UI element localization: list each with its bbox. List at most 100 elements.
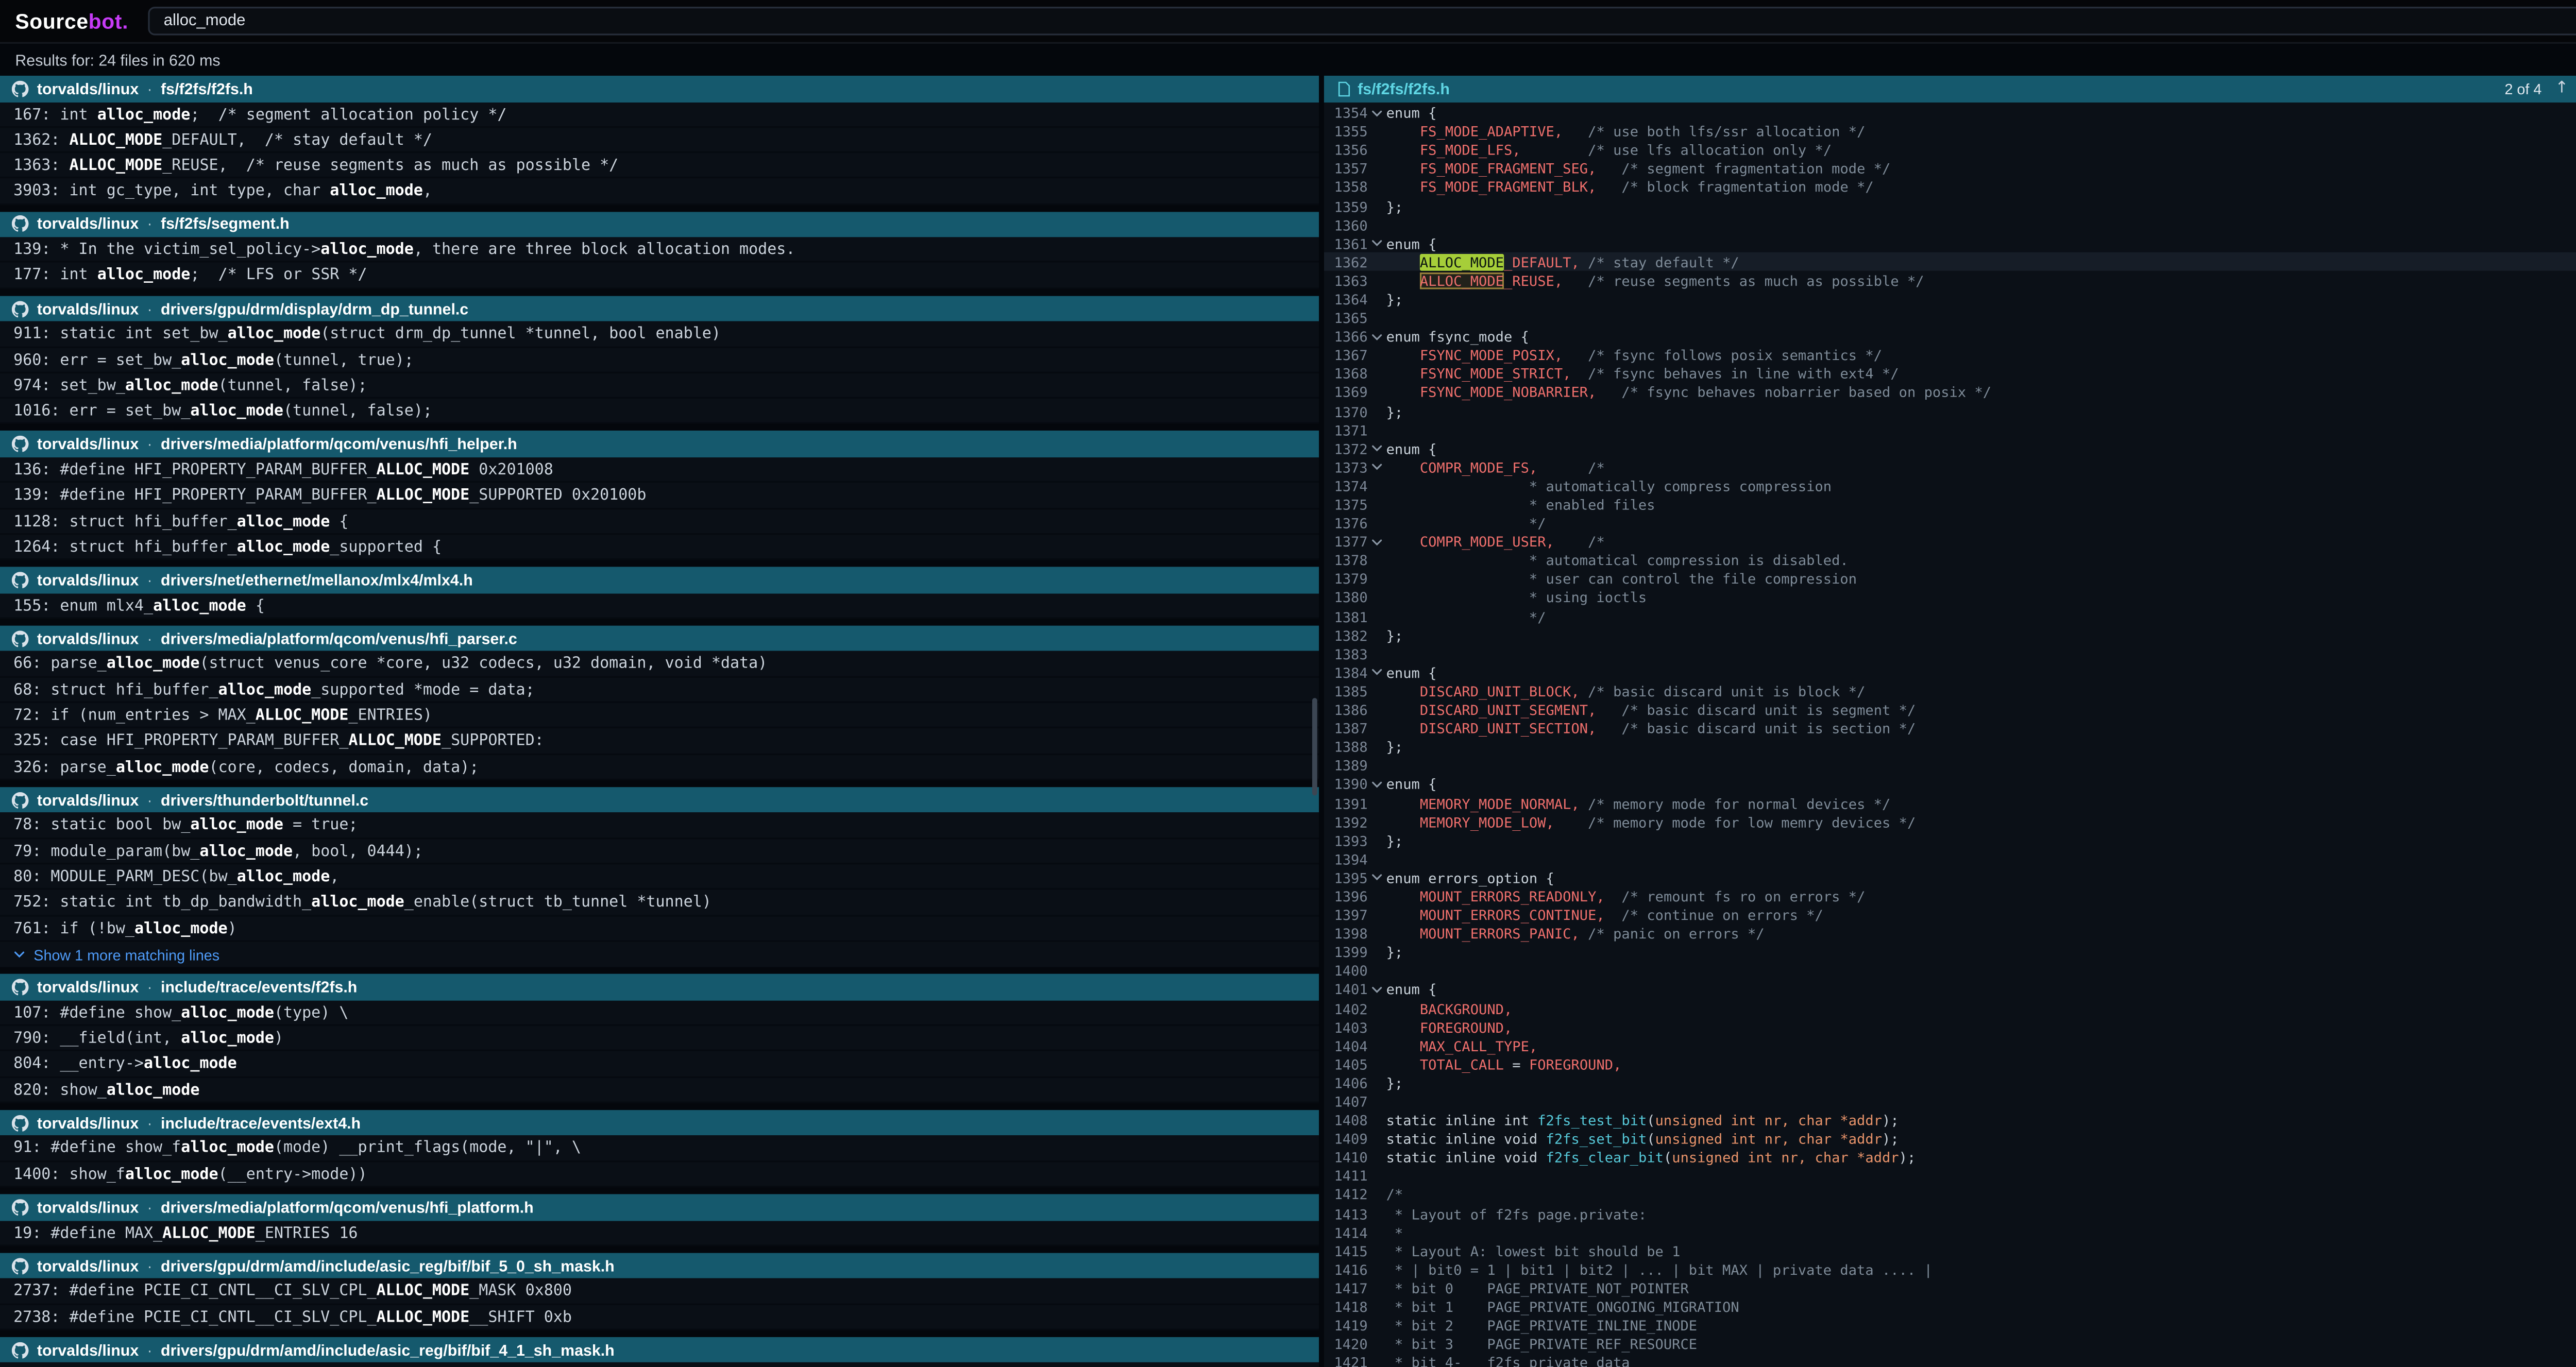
match-line[interactable]: 91: #define show_falloc_mode(mode) __pri…: [0, 1136, 1319, 1161]
match-line[interactable]: 1016: err = set_bw_alloc_mode(tunnel, fa…: [0, 399, 1319, 424]
file-match-header[interactable]: torvalds/linux·fs/f2fs/f2fs.h: [0, 76, 1319, 102]
code-line[interactable]: 1390enum {: [1324, 775, 2576, 794]
code-line[interactable]: 1354enum {: [1324, 104, 2576, 122]
line-number[interactable]: 1390: [1324, 776, 1368, 793]
line-number[interactable]: 1364: [1324, 291, 1368, 308]
line-number[interactable]: 1420: [1324, 1336, 1368, 1353]
line-number[interactable]: 1399: [1324, 944, 1368, 961]
match-line[interactable]: 325: case HFI_PROPERTY_PARAM_BUFFER_ALLO…: [0, 729, 1319, 755]
line-number[interactable]: 1362: [1324, 253, 1368, 270]
code-line[interactable]: 1382};: [1324, 626, 2576, 644]
line-number[interactable]: 1355: [1324, 123, 1368, 140]
match-line[interactable]: 820: show_alloc_mode: [0, 1078, 1319, 1103]
code-line[interactable]: 1369 FSYNC_MODE_NOBARRIER, /* fsync beha…: [1324, 383, 2576, 402]
fold-toggle-icon[interactable]: [1368, 667, 1386, 678]
line-number[interactable]: 1416: [1324, 1261, 1368, 1278]
code-line[interactable]: 1410static inline void f2fs_clear_bit(un…: [1324, 1148, 2576, 1167]
file-match-header[interactable]: torvalds/linux·fs/f2fs/segment.h: [0, 211, 1319, 237]
line-number[interactable]: 1383: [1324, 645, 1368, 662]
code-line[interactable]: 1421 * bit 4- f2fs private data: [1324, 1354, 2576, 1367]
file-match-header[interactable]: torvalds/linux·include/trace/events/f2fs…: [0, 974, 1319, 1000]
line-number[interactable]: 1372: [1324, 440, 1368, 457]
line-number[interactable]: 1404: [1324, 1037, 1368, 1054]
line-number[interactable]: 1361: [1324, 235, 1368, 252]
code-line[interactable]: 1401enum {: [1324, 980, 2576, 999]
file-match-header[interactable]: torvalds/linux·drivers/media/platform/qc…: [0, 626, 1319, 652]
match-line[interactable]: 167: int alloc_mode; /* segment allocati…: [0, 102, 1319, 128]
line-number[interactable]: 1368: [1324, 366, 1368, 383]
fold-toggle-icon[interactable]: [1368, 443, 1386, 455]
line-number[interactable]: 1382: [1324, 627, 1368, 644]
code-line[interactable]: 1360: [1324, 215, 2576, 234]
code-line[interactable]: 1397 MOUNT_ERRORS_CONTINUE, /* continue …: [1324, 905, 2576, 924]
line-number[interactable]: 1371: [1324, 421, 1368, 438]
code-line[interactable]: 1411: [1324, 1167, 2576, 1186]
code-line[interactable]: 1415 * Layout A: lowest bit should be 1: [1324, 1242, 2576, 1260]
match-line[interactable]: 911: static int set_bw_alloc_mode(struct…: [0, 322, 1319, 348]
match-line[interactable]: 1363: ALLOC_MODE_REUSE, /* reuse segment…: [0, 153, 1319, 179]
code-line[interactable]: 1374 * automatically compress compressio…: [1324, 476, 2576, 495]
code-line[interactable]: 1355 FS_MODE_ADAPTIVE, /* use both lfs/s…: [1324, 122, 2576, 141]
line-number[interactable]: 1421: [1324, 1355, 1368, 1367]
match-line[interactable]: 79: module_param(bw_alloc_mode, bool, 04…: [0, 839, 1319, 865]
code-line[interactable]: 1388};: [1324, 738, 2576, 756]
code-line[interactable]: 1375 * enabled files: [1324, 495, 2576, 514]
line-number[interactable]: 1392: [1324, 813, 1368, 830]
match-line[interactable]: 136: #define HFI_PROPERTY_PARAM_BUFFER_A…: [0, 457, 1319, 483]
code-line[interactable]: 1395enum errors_option {: [1324, 868, 2576, 887]
line-number[interactable]: 1407: [1324, 1093, 1368, 1110]
line-number[interactable]: 1412: [1324, 1187, 1368, 1204]
line-number[interactable]: 1386: [1324, 702, 1368, 719]
line-number[interactable]: 1388: [1324, 739, 1368, 756]
code-line[interactable]: 1376 */: [1324, 514, 2576, 533]
line-number[interactable]: 1354: [1324, 105, 1368, 122]
line-number[interactable]: 1408: [1324, 1112, 1368, 1129]
line-number[interactable]: 1380: [1324, 589, 1368, 606]
line-number[interactable]: 1384: [1324, 664, 1368, 681]
code-line[interactable]: 1377 COMPR_MODE_USER, /*: [1324, 533, 2576, 551]
fold-toggle-icon[interactable]: [1368, 536, 1386, 548]
code-line[interactable]: 1419 * bit 2 PAGE_PRIVATE_INLINE_INODE: [1324, 1316, 2576, 1335]
code-line[interactable]: 1378 * automatical compression is disabl…: [1324, 551, 2576, 570]
match-line[interactable]: 3903: int gc_type, int type, char alloc_…: [0, 179, 1319, 204]
code-line[interactable]: 1392 MEMORY_MODE_LOW, /* memory mode for…: [1324, 812, 2576, 831]
line-number[interactable]: 1360: [1324, 216, 1368, 233]
code-line[interactable]: 1404 MAX_CALL_TYPE,: [1324, 1036, 2576, 1055]
code-line[interactable]: 1416 * | bit0 = 1 | bit1 | bit2 | ... | …: [1324, 1260, 2576, 1279]
line-number[interactable]: 1395: [1324, 869, 1368, 886]
match-line[interactable]: 1264: struct hfi_buffer_alloc_mode_suppo…: [0, 535, 1319, 560]
code-line[interactable]: 1399};: [1324, 943, 2576, 962]
code-line[interactable]: 1361enum {: [1324, 234, 2576, 252]
fold-toggle-icon[interactable]: [1368, 872, 1386, 884]
line-number[interactable]: 1369: [1324, 384, 1368, 401]
code-line[interactable]: 1406};: [1324, 1073, 2576, 1092]
code-line[interactable]: 1381 */: [1324, 607, 2576, 626]
line-number[interactable]: 1376: [1324, 515, 1368, 532]
code-line[interactable]: 1394: [1324, 850, 2576, 868]
fold-toggle-icon[interactable]: [1368, 984, 1386, 996]
line-number[interactable]: 1397: [1324, 907, 1368, 924]
line-number[interactable]: 1359: [1324, 198, 1368, 215]
file-match-header[interactable]: torvalds/linux·include/trace/events/ext4…: [0, 1110, 1319, 1136]
code-line[interactable]: 1396 MOUNT_ERRORS_READONLY, /* remount f…: [1324, 887, 2576, 905]
fold-toggle-icon[interactable]: [1368, 779, 1386, 791]
results-scrollbar-thumb[interactable]: [1312, 698, 1317, 795]
line-number[interactable]: 1375: [1324, 496, 1368, 513]
code-line[interactable]: 1403 FOREGROUND,: [1324, 1018, 2576, 1036]
match-line[interactable]: 2738: #define PCIE_CI_CNTL__CI_SLV_CPL_A…: [0, 1305, 1319, 1330]
line-number[interactable]: 1385: [1324, 683, 1368, 700]
file-match-header[interactable]: torvalds/linux·drivers/net/ethernet/mell…: [0, 567, 1319, 593]
line-number[interactable]: 1357: [1324, 160, 1368, 177]
match-line[interactable]: 804: __entry->alloc_mode: [0, 1052, 1319, 1078]
line-number[interactable]: 1411: [1324, 1168, 1368, 1185]
line-number[interactable]: 1394: [1324, 851, 1368, 868]
code-line[interactable]: 1398 MOUNT_ERRORS_PANIC, /* panic on err…: [1324, 925, 2576, 943]
previous-match-arrow-icon[interactable]: ↑: [2555, 81, 2568, 97]
match-line[interactable]: 326: parse_alloc_mode(core, codecs, doma…: [0, 755, 1319, 780]
line-number[interactable]: 1419: [1324, 1317, 1368, 1334]
code-line[interactable]: 1358 FS_MODE_FRAGMENT_BLK, /* block frag…: [1324, 178, 2576, 197]
code-line[interactable]: 1371: [1324, 421, 2576, 439]
code-line[interactable]: 1413 * Layout of f2fs page.private:: [1324, 1204, 2576, 1223]
match-line[interactable]: 1400: show_falloc_mode(__entry->mode)): [0, 1161, 1319, 1187]
line-number[interactable]: 1413: [1324, 1205, 1368, 1222]
